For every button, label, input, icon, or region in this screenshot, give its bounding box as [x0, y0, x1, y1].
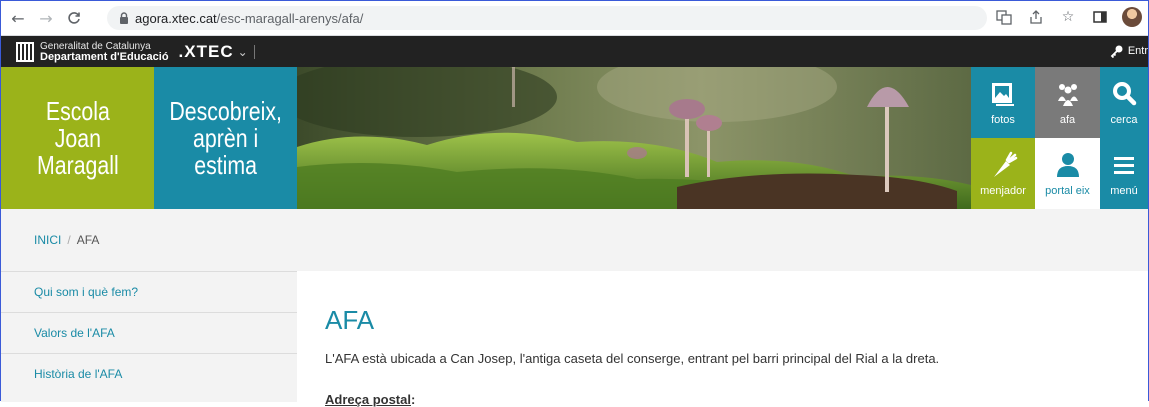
tile-label: cerca	[1110, 114, 1138, 126]
breadcrumb-separator: /	[67, 233, 71, 247]
tile-menu[interactable]: menú	[1100, 138, 1148, 209]
motto-block: Descobreix, aprèn i estima	[154, 67, 297, 209]
gencat-line1: Generalitat de Catalunya	[40, 40, 151, 52]
tile-portal-eix[interactable]: portal eix	[1035, 138, 1100, 209]
login-label: Entr	[1127, 45, 1148, 57]
tile-fotos[interactable]: fotos	[971, 67, 1035, 138]
xtec-logo[interactable]: .XTEC	[179, 42, 234, 62]
hamburger-menu-icon	[1114, 157, 1134, 174]
profile-avatar[interactable]	[1122, 7, 1142, 27]
divider	[253, 44, 255, 59]
sidebar-item-label: Qui som i què fem?	[34, 285, 139, 299]
tile-afa[interactable]: afa	[1035, 67, 1100, 138]
forward-button[interactable]: →	[35, 7, 57, 29]
carrot-icon	[994, 151, 1018, 177]
back-button[interactable]: ←	[7, 7, 29, 29]
sidebar-item-valors[interactable]: Valors de l'AFA	[1, 312, 297, 353]
sidebar-item-qui-som[interactable]: Qui som i què fem?	[1, 271, 297, 312]
login-link[interactable]: Entr	[1110, 44, 1148, 58]
main-content: AFA L'AFA està ubicada a Can Josep, l'an…	[297, 271, 1148, 407]
tile-label: menjador	[980, 185, 1026, 197]
page-title: AFA	[325, 305, 375, 335]
sidebar-nav: Qui som i què fem? Valors de l'AFA Histò…	[1, 271, 297, 402]
school-name-line: Joan	[54, 122, 101, 153]
gencat-logo-icon	[16, 41, 34, 62]
school-name-line: Maragall	[36, 149, 119, 180]
gencat-text[interactable]: Generalitat de Catalunya Departament d'E…	[40, 40, 169, 63]
side-panel-icon[interactable]	[1090, 7, 1110, 27]
bookmark-star-icon[interactable]: ☆	[1058, 7, 1078, 27]
breadcrumb-band: INICI / AFA	[1, 209, 1148, 271]
quick-links-grid: fotos afa cerca menjador portal eix menú	[971, 67, 1148, 209]
tile-label: fotos	[991, 114, 1015, 126]
browser-toolbar: ← → agora.xtec.cat/esc-maragall-arenys/a…	[1, 1, 1148, 36]
share-icon[interactable]	[1026, 7, 1046, 27]
lock-icon	[117, 11, 131, 25]
translate-icon[interactable]	[994, 7, 1014, 27]
hero-banner: Escola Joan Maragall Descobreix, aprèn i…	[1, 67, 1148, 209]
key-icon	[1110, 45, 1123, 58]
sidebar-item-label: Valors de l'AFA	[34, 326, 115, 340]
address-bar[interactable]: agora.xtec.cat/esc-maragall-arenys/afa/	[107, 6, 987, 30]
address-heading: Adreça postal:	[325, 392, 416, 407]
group-icon	[1057, 84, 1078, 106]
breadcrumb-current: AFA	[76, 233, 100, 247]
reload-icon	[68, 12, 80, 24]
motto-line: Descobreix,	[169, 95, 282, 126]
school-name-block[interactable]: Escola Joan Maragall	[1, 67, 154, 209]
sidebar-item-historia[interactable]: Història de l'AFA	[1, 353, 297, 394]
motto-line: aprèn i	[192, 122, 259, 153]
tile-label: menú	[1110, 185, 1138, 197]
sidebar-item-label: Història de l'AFA	[34, 367, 123, 381]
tile-label: afa	[1059, 114, 1076, 126]
intro-paragraph: L'AFA està ubicada a Can Josep, l'antiga…	[325, 351, 940, 366]
school-name-line: Escola	[45, 95, 110, 126]
reload-button[interactable]	[63, 7, 85, 29]
photos-icon	[992, 83, 1014, 106]
tile-cerca[interactable]: cerca	[1100, 67, 1148, 138]
chevron-down-icon[interactable]: ⌄	[238, 45, 248, 59]
user-icon	[1056, 153, 1079, 177]
search-icon	[1113, 82, 1137, 106]
breadcrumb: INICI / AFA	[34, 233, 99, 247]
tile-menjador[interactable]: menjador	[971, 138, 1035, 209]
motto-line: estima	[194, 149, 257, 180]
address-heading-text: Adreça postal	[325, 392, 411, 407]
url-text: agora.xtec.cat/esc-maragall-arenys/afa/	[135, 10, 364, 26]
gencat-header: Generalitat de Catalunya Departament d'E…	[1, 36, 1148, 67]
breadcrumb-home-link[interactable]: INICI	[34, 233, 61, 247]
gencat-line2: Departament d'Educació	[40, 50, 169, 63]
mushroom-moss-photo	[297, 67, 971, 209]
tile-label: portal eix	[1045, 185, 1090, 197]
